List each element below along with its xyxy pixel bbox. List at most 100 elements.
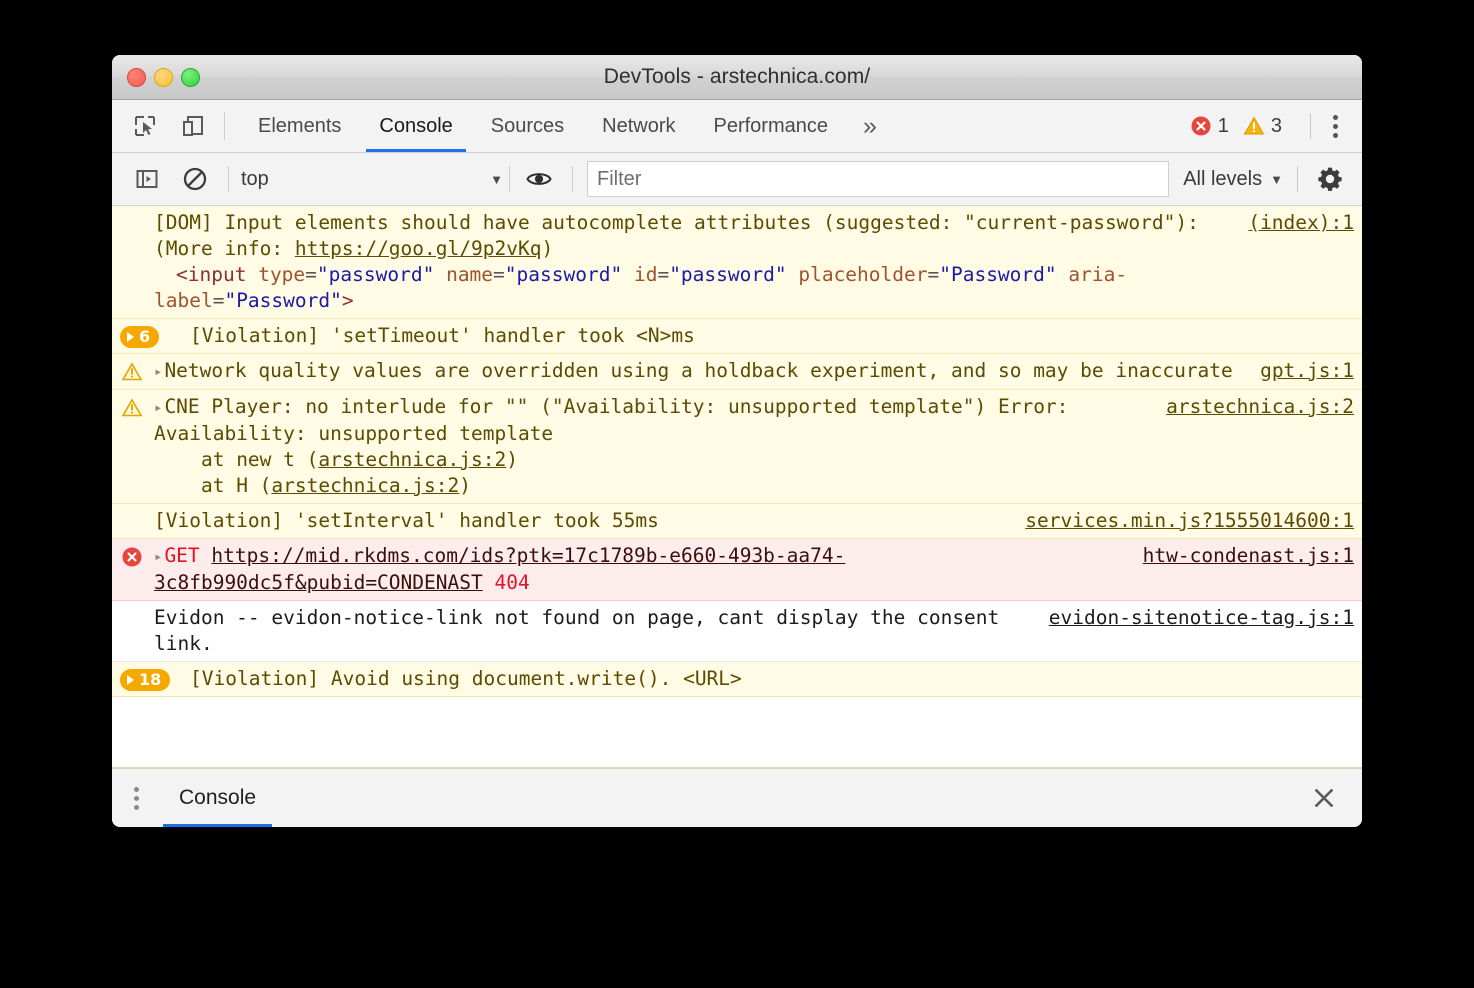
expand-arrow-icon[interactable]: ▸ xyxy=(154,359,162,385)
inspect-element-icon[interactable] xyxy=(130,111,160,141)
snippet-token xyxy=(246,263,258,286)
overflow-chevrons-icon: » xyxy=(863,114,877,139)
toolbar-divider-4 xyxy=(1297,166,1298,192)
console-message[interactable]: [Violation] 'setInterval' handler took 5… xyxy=(112,504,1362,539)
snippet-token: type xyxy=(258,263,305,286)
tabbar-status: 1 3 xyxy=(1190,100,1362,152)
message-text: [Violation] 'setInterval' handler took 5… xyxy=(152,508,1009,534)
error-count: 1 xyxy=(1218,115,1237,138)
message-gutter xyxy=(112,358,152,383)
drawer-tab-console[interactable]: Console xyxy=(155,769,280,827)
tab-label: Elements xyxy=(258,115,341,138)
drawer-menu-button[interactable] xyxy=(112,781,155,816)
message-text: Evidon -- evidon-notice-link not found o… xyxy=(152,605,1033,657)
execution-context-value: top xyxy=(241,168,269,191)
filter-input[interactable] xyxy=(587,161,1169,197)
snippet-token: "password" xyxy=(669,263,786,286)
message-gutter: 6 xyxy=(112,323,188,348)
console-message[interactable]: ▸CNE Player: no interlude for "" ("Avail… xyxy=(112,390,1362,504)
violation-group-badge[interactable]: 18 xyxy=(120,669,170,691)
log-level-value: All levels xyxy=(1183,168,1262,191)
message-text: [Violation] Avoid using document.write()… xyxy=(188,666,1338,692)
message-run: ) xyxy=(459,474,471,497)
console-message[interactable]: 6 [Violation] 'setTimeout' handler took … xyxy=(112,319,1362,354)
close-icon[interactable] xyxy=(1308,782,1340,814)
window-title: DevTools - arstechnica.com/ xyxy=(112,65,1362,89)
warning-triangle-icon xyxy=(1243,115,1265,137)
message-gutter xyxy=(112,508,152,511)
panel-tabs: Elements Console Sources Network Perform… xyxy=(239,100,1190,152)
snippet-token: "password" xyxy=(317,263,434,286)
snippet-token: "Password" xyxy=(224,289,341,312)
live-expression-icon[interactable] xyxy=(522,162,556,196)
message-gutter xyxy=(112,394,152,419)
tab-overflow-button[interactable]: » xyxy=(847,100,893,152)
request-method: GET xyxy=(164,544,211,567)
message-source-link[interactable]: evidon-sitenotice-tag.js:1 xyxy=(1033,605,1354,631)
clear-console-icon[interactable] xyxy=(178,162,212,196)
snippet-token: < xyxy=(176,263,188,286)
message-text: [DOM] Input elements should have autocom… xyxy=(152,210,1232,314)
console-message[interactable]: ▸Network quality values are overridden u… xyxy=(112,354,1362,390)
tabbar-divider xyxy=(224,112,225,140)
status-divider xyxy=(1310,113,1311,139)
console-message[interactable]: [DOM] Input elements should have autocom… xyxy=(112,206,1362,319)
tab-console[interactable]: Console xyxy=(360,100,471,152)
console-message[interactable]: 18 [Violation] Avoid using document.writ… xyxy=(112,662,1362,697)
toolbar-divider-1 xyxy=(228,166,229,192)
devtools-drawer: Console xyxy=(112,767,1362,827)
console-message[interactable]: ▸GET https://mid.rkdms.com/ids?ptk=17c17… xyxy=(112,539,1362,601)
message-link[interactable]: https://goo.gl/9p2vKq xyxy=(295,237,542,260)
message-source-link[interactable]: htw-condenast.js:1 xyxy=(1127,543,1354,569)
drawer-tab-label: Console xyxy=(179,786,256,810)
error-count-indicator[interactable]: 1 3 xyxy=(1190,115,1300,138)
message-gutter xyxy=(112,605,152,608)
message-gutter: 18 xyxy=(112,666,188,691)
tab-label: Sources xyxy=(491,115,564,138)
console-message[interactable]: Evidon -- evidon-notice-link not found o… xyxy=(112,601,1362,662)
expand-arrow-icon[interactable]: ▸ xyxy=(154,395,162,421)
expand-triangle-icon xyxy=(127,675,134,685)
toolbar-divider-2 xyxy=(509,166,510,192)
tabbar-tools xyxy=(112,100,208,152)
tab-performance[interactable]: Performance xyxy=(695,100,848,152)
stack-frame-link[interactable]: arstechnica.js:2 xyxy=(318,448,506,471)
expand-arrow-icon[interactable]: ▸ xyxy=(154,544,162,570)
html-snippet[interactable]: <input type="password" name="password" i… xyxy=(154,263,1127,312)
message-text: ▸CNE Player: no interlude for "" ("Avail… xyxy=(152,394,1150,499)
violation-group-badge[interactable]: 6 xyxy=(120,326,159,348)
window-titlebar: DevTools - arstechnica.com/ xyxy=(112,55,1362,100)
warning-triangle-icon xyxy=(121,361,143,383)
snippet-token xyxy=(434,263,446,286)
message-text: ▸GET https://mid.rkdms.com/ids?ptk=17c17… xyxy=(152,543,1127,596)
status-code: 404 xyxy=(494,571,529,594)
console-toolbar: top ▼ All levels ▼ xyxy=(112,153,1362,206)
message-run: CNE Player: no interlude for "" ("Availa… xyxy=(154,395,1080,471)
snippet-token: id xyxy=(634,263,657,286)
tab-sources[interactable]: Sources xyxy=(472,100,583,152)
message-source-link[interactable]: (index):1 xyxy=(1232,210,1354,236)
execution-context-selector[interactable]: top ▼ xyxy=(241,168,507,191)
console-sidebar-icon[interactable] xyxy=(130,162,164,196)
message-source-link[interactable]: gpt.js:1 xyxy=(1244,358,1354,384)
message-source-link[interactable]: services.min.js?1555014600:1 xyxy=(1009,508,1354,534)
message-run: ) xyxy=(541,237,553,260)
tab-network[interactable]: Network xyxy=(583,100,694,152)
snippet-token: = xyxy=(305,263,317,286)
tab-elements[interactable]: Elements xyxy=(239,100,360,152)
device-toolbar-icon[interactable] xyxy=(178,111,208,141)
snippet-token: placeholder xyxy=(798,263,927,286)
snippet-token xyxy=(1057,263,1069,286)
devtools-main-menu-button[interactable] xyxy=(1321,109,1350,144)
tab-label: Network xyxy=(602,115,675,138)
snippet-token: = xyxy=(493,263,505,286)
stack-frame-link[interactable]: arstechnica.js:2 xyxy=(271,474,459,497)
chevron-down-icon: ▼ xyxy=(490,172,503,187)
snippet-token: "password" xyxy=(505,263,622,286)
chevron-down-icon: ▼ xyxy=(1270,172,1283,187)
console-message-list[interactable]: [DOM] Input elements should have autocom… xyxy=(112,206,1362,767)
settings-gear-icon[interactable] xyxy=(1312,161,1348,197)
log-level-selector[interactable]: All levels ▼ xyxy=(1183,168,1287,191)
devtools-window: DevTools - arstechnica.com/ Elements Con… xyxy=(112,55,1362,827)
message-source-link[interactable]: arstechnica.js:2 xyxy=(1150,394,1354,420)
